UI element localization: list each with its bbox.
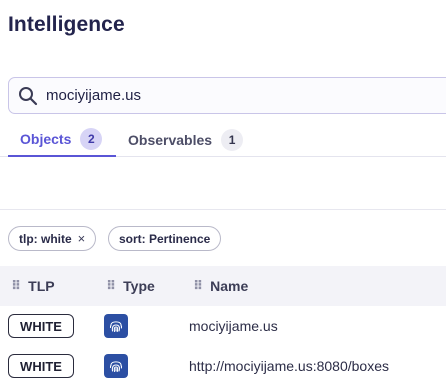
tab-objects[interactable]: Objects 2 bbox=[8, 122, 116, 157]
tlp-badge: WHITE bbox=[8, 354, 74, 378]
column-header-name-label: Name bbox=[210, 278, 249, 294]
search-input[interactable] bbox=[46, 87, 426, 104]
page-title: Intelligence bbox=[8, 13, 125, 36]
tab-observables-count-badge: 1 bbox=[221, 128, 244, 151]
fingerprint-icon bbox=[104, 314, 128, 338]
filter-chip-tlp-label: tlp: white bbox=[19, 231, 72, 246]
filter-chip-tlp[interactable]: tlp: white × bbox=[8, 226, 97, 251]
column-header-type-label: Type bbox=[123, 278, 155, 294]
tlp-badge: WHITE bbox=[8, 314, 74, 338]
tab-observables[interactable]: Observables 1 bbox=[128, 122, 244, 157]
column-header-name[interactable]: ⠿ Name bbox=[193, 266, 248, 306]
tab-observables-label: Observables bbox=[128, 131, 213, 148]
tab-bar: Objects 2 Observables 1 bbox=[0, 122, 446, 157]
drag-handle-icon[interactable]: ⠿ bbox=[193, 278, 203, 294]
name-cell: mociyijame.us bbox=[189, 318, 278, 334]
table-row[interactable]: WHITE mociyijame.us bbox=[0, 306, 446, 346]
tab-objects-label: Objects bbox=[20, 130, 72, 147]
search-icon bbox=[18, 86, 38, 106]
drag-handle-icon[interactable]: ⠿ bbox=[106, 278, 116, 294]
table-header: ⠿ TLP ⠿ Type ⠿ Name bbox=[0, 266, 446, 306]
search-box[interactable] bbox=[8, 77, 446, 114]
close-icon[interactable]: × bbox=[78, 231, 86, 246]
table-row[interactable]: WHITE http://mociyijame.us:8080/boxes bbox=[0, 346, 446, 386]
tab-objects-count-badge: 2 bbox=[80, 127, 103, 150]
section-divider bbox=[0, 209, 446, 210]
column-header-type[interactable]: ⠿ Type bbox=[106, 266, 155, 306]
filter-chip-sort[interactable]: sort: Pertinence bbox=[108, 226, 222, 251]
column-header-tlp[interactable]: ⠿ TLP bbox=[11, 266, 55, 306]
column-header-tlp-label: TLP bbox=[28, 278, 55, 294]
name-cell: http://mociyijame.us:8080/boxes bbox=[189, 358, 389, 374]
fingerprint-icon bbox=[104, 354, 128, 378]
drag-handle-icon[interactable]: ⠿ bbox=[11, 278, 21, 294]
filter-chip-sort-label: sort: Pertinence bbox=[119, 231, 211, 246]
